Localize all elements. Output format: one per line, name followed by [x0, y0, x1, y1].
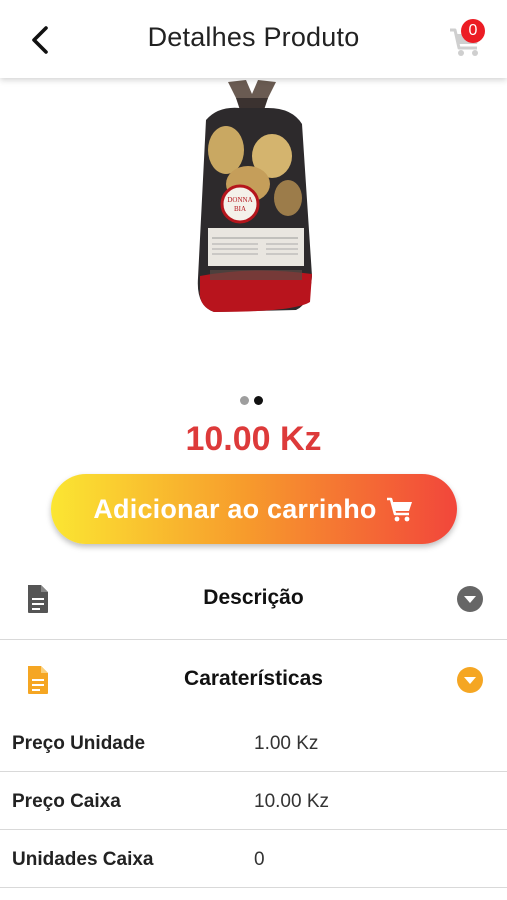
description-title: Descrição: [203, 586, 304, 609]
characteristics-section-header[interactable]: Caraterísticas: [0, 640, 507, 720]
page-title: Detalhes Produto: [147, 22, 360, 52]
add-cart-icon: [386, 497, 412, 522]
svg-text:DONNA: DONNA: [227, 196, 252, 204]
chevron-down-icon[interactable]: [456, 585, 484, 613]
row-value: 0: [254, 849, 265, 870]
row-value: 10.00 Kz: [254, 791, 329, 812]
product-image-carousel[interactable]: DONNA BIA: [0, 78, 507, 378]
product-price: 10.00 Kz: [185, 420, 322, 458]
table-row: Preço Caixa 10.00 Kz: [0, 773, 507, 830]
add-to-cart-button[interactable]: Adicionar ao carrinho: [51, 474, 457, 544]
row-label: Preço Unidade: [12, 733, 146, 754]
row-value: 1.00 Kz: [254, 733, 319, 754]
carousel-indicator: [240, 392, 268, 405]
carousel-dot-active[interactable]: [254, 396, 263, 405]
cart-count-badge: 0: [461, 19, 485, 43]
chevron-down-icon[interactable]: [456, 666, 484, 694]
row-label: Unidades Caixa: [12, 849, 154, 870]
description-section-header[interactable]: Descrição: [0, 559, 507, 639]
divider: [0, 829, 507, 830]
table-row: Preço Unidade 1.00 Kz: [0, 715, 507, 772]
characteristics-title: Caraterísticas: [184, 667, 323, 690]
carousel-dot[interactable]: [240, 396, 249, 405]
divider: [0, 887, 507, 888]
svg-text:BIA: BIA: [234, 205, 246, 213]
row-label: Preço Caixa: [12, 791, 121, 812]
product-image: DONNA BIA: [197, 80, 312, 312]
app-bar: Detalhes Produto 0: [0, 0, 507, 78]
add-to-cart-label: Adicionar ao carrinho: [93, 493, 377, 524]
table-row: Unidades Caixa 0: [0, 831, 507, 888]
divider: [0, 771, 507, 772]
